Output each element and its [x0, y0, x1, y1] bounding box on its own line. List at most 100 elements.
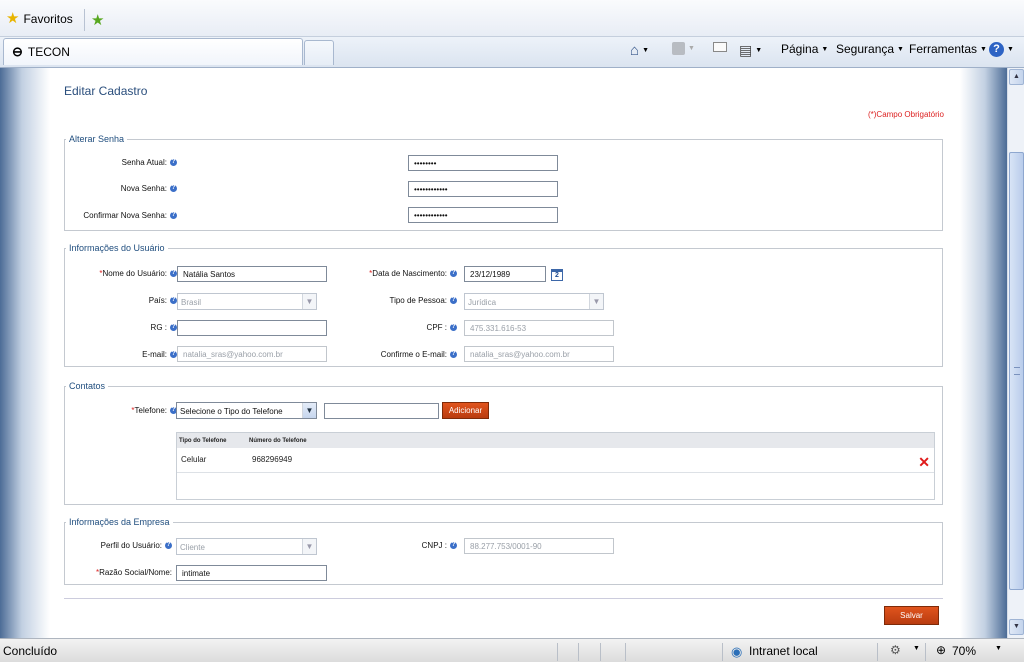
help-icon[interactable]: ?	[170, 185, 177, 193]
status-bar: Concluído ◉ Intranet local ⚙ ▼ ⊕ 70% ▼	[0, 638, 1024, 662]
favorites-button[interactable]: ★ Favoritos	[6, 11, 73, 26]
help-icon[interactable]: ?	[170, 351, 177, 359]
grid-header-phone-type: Tipo do Telefone	[179, 438, 227, 444]
phone-label: *Telefone:?	[131, 406, 177, 415]
status-segment	[625, 643, 626, 661]
add-phone-button[interactable]: Adicionar	[442, 402, 489, 419]
print-button[interactable]: ▤ ▼	[739, 42, 762, 59]
help-icon[interactable]: ?	[170, 212, 177, 220]
save-button[interactable]: Salvar	[884, 606, 939, 625]
company-name-input[interactable]: intimate	[176, 565, 327, 581]
country-select[interactable]: Brasil ▼	[177, 293, 317, 310]
email-label: E-mail:?	[67, 350, 177, 359]
help-icon: ?	[989, 42, 1004, 57]
table-row: Celular 968296949 ✕	[177, 448, 934, 473]
calendar-icon[interactable]: 2	[551, 269, 563, 281]
tools-menu[interactable]: Ferramentas ▼	[909, 42, 987, 56]
help-icon[interactable]: ?	[170, 324, 177, 332]
help-icon[interactable]: ?	[450, 270, 457, 278]
scrollbar-thumb[interactable]	[1009, 152, 1024, 590]
page-viewport: Editar Cadastro (*)Campo Obrigatório Alt…	[0, 68, 1007, 638]
home-button[interactable]: ⌂ ▼	[630, 42, 649, 59]
help-icon[interactable]: ?	[450, 324, 457, 332]
new-password-label: Nova Senha:?	[117, 184, 177, 193]
help-icon[interactable]: ?	[170, 297, 177, 305]
user-profile-select-value: Cliente	[180, 543, 205, 552]
user-name-input[interactable]: Natália Santos	[177, 266, 327, 282]
tab-title: TECON	[27, 45, 70, 59]
birth-date-input[interactable]: 23/12/1989	[464, 266, 546, 282]
required-fields-note: (*)Campo Obrigatório	[867, 110, 944, 119]
phone-number-cell: 968296949	[252, 455, 293, 464]
current-password-input[interactable]: ••••••••	[408, 155, 558, 171]
zoom-button[interactable]: ⊕ 70% ▼	[925, 643, 1024, 661]
scroll-up-icon[interactable]: ▲	[1009, 69, 1024, 85]
security-menu[interactable]: Segurança ▼	[836, 42, 904, 56]
confirm-email-label-text: Confirme o E-mail:	[380, 350, 447, 359]
rg-input[interactable]	[177, 320, 327, 336]
help-icon[interactable]: ?	[450, 351, 457, 359]
birth-date-label-text: Data de Nascimento:	[372, 269, 447, 278]
scroll-down-icon[interactable]: ▼	[1009, 619, 1024, 635]
chevron-down-icon: ▼	[821, 45, 829, 53]
birth-date-label: *Data de Nascimento:?	[369, 269, 457, 278]
person-type-label: Tipo de Pessoa:?	[347, 296, 457, 305]
help-icon[interactable]: ?	[170, 270, 177, 278]
cpf-input[interactable]: 475.331.616-53	[464, 320, 614, 336]
user-profile-select[interactable]: Cliente ▼	[176, 538, 317, 555]
grid-header-phone-number: Número do Telefone	[249, 438, 307, 444]
help-menu[interactable]: ? ▼	[989, 42, 1014, 57]
vertical-scrollbar[interactable]: ▲ ▼	[1007, 68, 1024, 638]
chevron-down-icon: ▼	[302, 403, 316, 418]
phone-type-cell: Celular	[181, 455, 207, 464]
browser-tab[interactable]: ⊖ TECON	[3, 38, 303, 65]
help-icon[interactable]: ?	[450, 297, 457, 305]
phone-type-select-value: Selecione o Tipo do Telefone	[180, 407, 283, 416]
delete-icon[interactable]: ✕	[918, 455, 930, 469]
contacts-section-legend: Contatos	[69, 381, 106, 391]
page-content: Editar Cadastro (*)Campo Obrigatório Alt…	[50, 68, 960, 638]
country-label: País:?	[67, 296, 177, 305]
status-segment	[578, 643, 579, 661]
company-info-section-legend: Informações da Empresa	[69, 517, 170, 527]
chevron-down-icon: ▼	[688, 45, 695, 52]
protected-mode-icon: ⚙	[890, 643, 901, 657]
chevron-down-icon: ▼	[589, 294, 603, 309]
company-name-label: *Razão Social/Nome:	[95, 568, 172, 577]
toolbar-divider	[84, 9, 85, 31]
new-tab-button[interactable]	[304, 40, 334, 65]
country-label-text: País:	[148, 296, 167, 305]
help-icon[interactable]: ?	[170, 159, 177, 167]
feeds-button[interactable]: ▼	[672, 42, 695, 55]
help-icon[interactable]: ?	[450, 542, 457, 550]
phone-type-select[interactable]: Selecione o Tipo do Telefone ▼	[176, 402, 317, 419]
divider	[64, 598, 943, 599]
protected-mode-button[interactable]: ⚙ ▼	[877, 643, 925, 661]
page-menu[interactable]: Página ▼	[781, 42, 828, 56]
cpf-label: CPF :?	[347, 323, 457, 332]
help-icon[interactable]: ?	[165, 542, 172, 550]
person-type-select[interactable]: Jurídica ▼	[464, 293, 604, 310]
cnpj-label-text: CNPJ :	[421, 541, 447, 550]
confirm-password-input[interactable]: ••••••••••••	[408, 207, 558, 223]
current-password-label-text: Senha Atual:	[121, 158, 167, 167]
confirm-email-input[interactable]: natalia_sras@yahoo.com.br	[464, 346, 614, 362]
chevron-down-icon: ▼	[980, 45, 987, 53]
status-text: Concluído	[3, 644, 58, 658]
phone-number-input[interactable]	[324, 403, 439, 419]
add-favorite-icon[interactable]: ★	[91, 11, 104, 29]
password-section-legend: Alterar Senha	[69, 134, 125, 144]
cnpj-input[interactable]: 88.277.753/0001-90	[464, 538, 614, 554]
email-input[interactable]: natalia_sras@yahoo.com.br	[177, 346, 327, 362]
person-type-select-value: Jurídica	[468, 298, 497, 307]
confirm-password-label: Confirmar Nova Senha:?	[77, 211, 177, 220]
mail-icon	[713, 42, 727, 52]
security-menu-label: Segurança	[836, 42, 895, 56]
person-type-label-text: Tipo de Pessoa:	[389, 296, 447, 305]
grip-icon	[1014, 367, 1020, 375]
mail-button[interactable]	[713, 42, 727, 52]
page-loading-icon: ⊖	[12, 44, 23, 59]
new-password-input[interactable]: ••••••••••••	[408, 181, 558, 197]
new-password-label-text: Nova Senha:	[120, 184, 167, 193]
company-name-label-text: Razão Social/Nome:	[99, 568, 172, 577]
